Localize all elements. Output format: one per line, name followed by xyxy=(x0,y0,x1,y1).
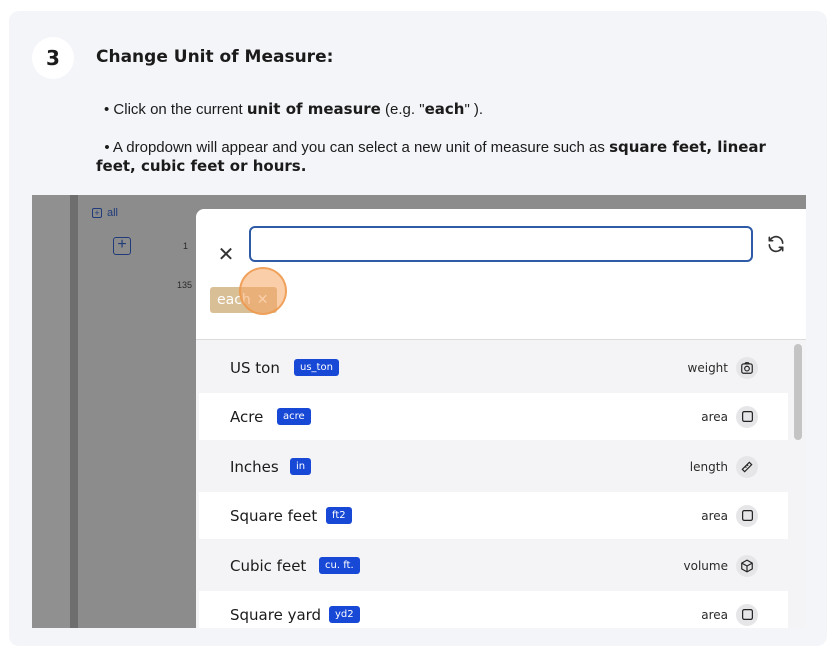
unit-selector-modal: ✕ each ✕ US ton us_ton weight Acre xyxy=(196,209,806,628)
expand-icon: + xyxy=(92,208,102,218)
unit-code-badge: us_ton xyxy=(294,359,339,376)
add-item-button[interactable]: + xyxy=(113,237,131,255)
unit-row[interactable]: Square yard yd2 area xyxy=(199,591,788,628)
unit-code-badge: yd2 xyxy=(329,606,360,623)
unit-row[interactable]: Cubic feet cu. ft. volume xyxy=(199,542,788,589)
row-quantity: 1 xyxy=(183,241,189,251)
unit-code-badge: cu. ft. xyxy=(319,557,360,574)
unit-name: Square feet xyxy=(230,506,318,525)
background-divider xyxy=(70,195,78,628)
unit-kind: area xyxy=(701,409,728,424)
instruction-line-2: • A dropdown will appear and you can sel… xyxy=(96,138,766,175)
step-title: Change Unit of Measure: xyxy=(96,47,334,67)
cube-icon xyxy=(736,554,758,577)
step-number-badge: 3 xyxy=(32,37,74,79)
click-indicator xyxy=(239,267,287,315)
unit-name: Cubic feet xyxy=(230,556,307,575)
unit-name: Inches xyxy=(230,457,279,476)
square-icon xyxy=(736,603,758,626)
refresh-icon[interactable] xyxy=(766,234,786,254)
ruler-icon xyxy=(736,455,758,478)
unit-kind: length xyxy=(689,459,728,474)
unit-search-input[interactable] xyxy=(249,226,753,262)
unit-kind: area xyxy=(701,508,728,523)
unit-kind: volume xyxy=(683,558,728,573)
unit-code-badge: in xyxy=(290,458,312,475)
close-icon[interactable]: ✕ xyxy=(216,245,236,265)
unit-name: Square yard xyxy=(230,605,322,624)
instruction-line-1: • Click on the current unit of measure (… xyxy=(104,100,484,118)
screenshot-region: + all + 1 135 ✕ each ✕ US ton us_ton wei… xyxy=(32,195,806,628)
unit-code-badge: ft2 xyxy=(326,507,352,524)
list-scrollbar[interactable] xyxy=(794,344,802,440)
square-icon xyxy=(736,405,758,428)
square-icon xyxy=(736,504,758,527)
unit-row[interactable]: Inches in length xyxy=(199,443,788,490)
row-value: 135 xyxy=(177,280,193,290)
background-sidebar xyxy=(32,195,70,628)
unit-kind: weight xyxy=(687,360,728,375)
unit-kind: area xyxy=(701,607,728,622)
unit-code-badge: acre xyxy=(277,408,311,425)
weight-icon xyxy=(736,356,758,379)
unit-row[interactable]: Acre acre area xyxy=(199,393,788,440)
unit-name: US ton xyxy=(230,358,280,377)
unit-row[interactable]: US ton us_ton weight xyxy=(199,344,788,391)
expand-all-label: all xyxy=(107,207,119,219)
unit-list: US ton us_ton weight Acre acre area Inch… xyxy=(196,340,806,628)
unit-name: Acre xyxy=(230,407,264,426)
expand-all-link[interactable]: + all xyxy=(92,207,118,219)
unit-row[interactable]: Square feet ft2 area xyxy=(199,492,788,539)
background-panel xyxy=(78,195,196,628)
